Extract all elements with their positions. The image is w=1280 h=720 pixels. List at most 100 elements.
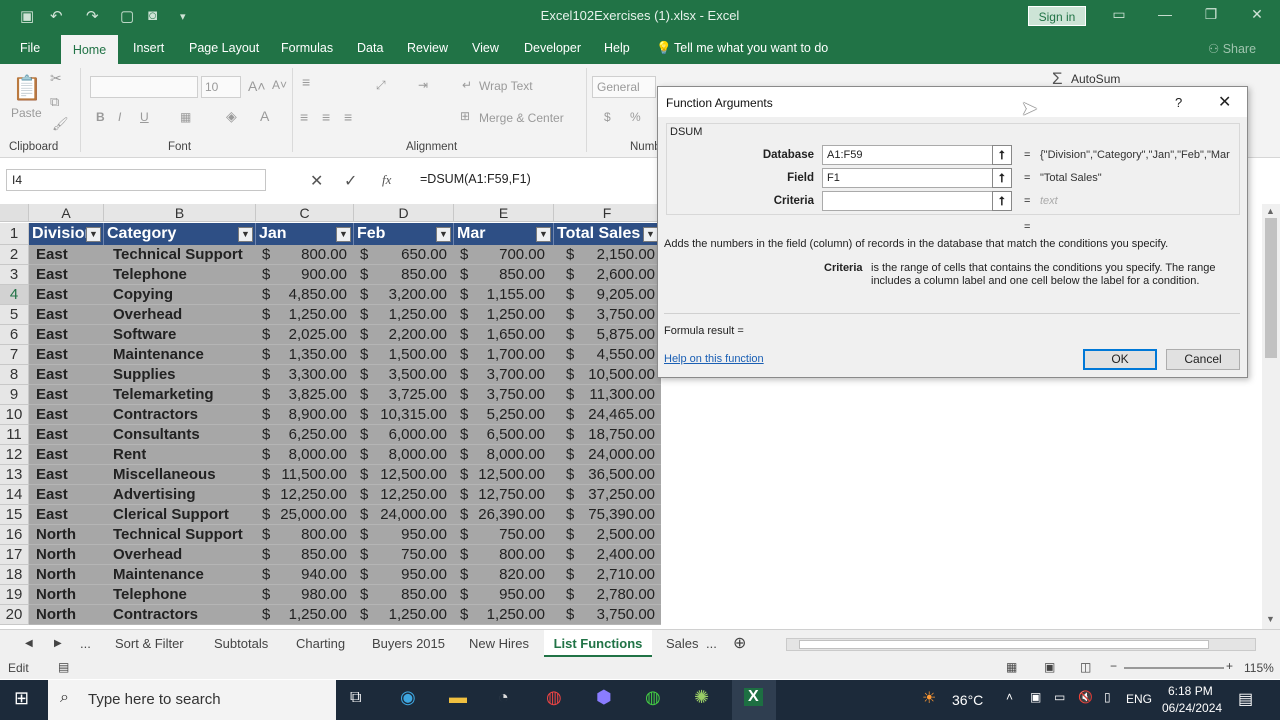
filter-dropdown-icon[interactable]: ▼ bbox=[86, 227, 101, 242]
cell-feb[interactable]: 1,250.00 bbox=[374, 605, 447, 625]
align-center-icon[interactable]: ≡ bbox=[322, 109, 330, 125]
header-cell-feb[interactable]: Feb ▼ bbox=[354, 223, 454, 245]
criteria-input[interactable] bbox=[822, 191, 994, 211]
row-header[interactable]: 16 bbox=[0, 525, 29, 545]
zoom-slider[interactable] bbox=[1124, 667, 1224, 669]
cell-mar[interactable]: 700.00 bbox=[474, 245, 545, 265]
table-row[interactable]: East Miscellaneous $11,500.00 $12,500.00 $12… bbox=[29, 465, 661, 485]
table-row[interactable]: North Contractors $1,250.00 $1,250.00 $1,250… bbox=[29, 605, 661, 625]
header-cell-division[interactable]: Division ▼ bbox=[29, 223, 104, 245]
fill-color-icon[interactable]: ◈ bbox=[226, 108, 237, 125]
tab-developer[interactable]: Developer bbox=[524, 41, 581, 55]
row-header[interactable]: 1 bbox=[0, 223, 29, 245]
row-header[interactable]: 9 bbox=[0, 385, 29, 405]
cell-jan[interactable]: 12,250.00 bbox=[276, 485, 347, 505]
sheet-tab-subtotals[interactable]: Subtotals bbox=[214, 636, 268, 651]
cell-feb[interactable]: 850.00 bbox=[374, 265, 447, 285]
number-format-box[interactable]: General bbox=[592, 76, 656, 98]
tab-help[interactable]: Help bbox=[604, 41, 630, 55]
cell-division[interactable]: North bbox=[36, 545, 76, 565]
close-window-button[interactable]: ✕ bbox=[1242, 6, 1272, 23]
normal-view-icon[interactable]: ▦ bbox=[1006, 660, 1017, 674]
table-row[interactable]: East Maintenance $1,350.00 $1,500.00 $1,700.… bbox=[29, 345, 661, 365]
copy-icon[interactable]: ⧉ bbox=[50, 94, 59, 110]
cell-feb[interactable]: 3,725.00 bbox=[374, 385, 447, 405]
row-header[interactable]: 11 bbox=[0, 425, 29, 445]
table-row[interactable]: East Contractors $8,900.00 $10,315.00 $5,250… bbox=[29, 405, 661, 425]
row-header[interactable]: 2 bbox=[0, 245, 29, 265]
cell-feb[interactable]: 3,500.00 bbox=[374, 365, 447, 385]
database-input[interactable]: A1:F59 bbox=[822, 145, 994, 165]
row-header[interactable]: 5 bbox=[0, 305, 29, 325]
cell-tot[interactable]: 24,465.00 bbox=[580, 405, 655, 425]
next-sheet-icon[interactable]: ▶ bbox=[54, 638, 62, 649]
cell-feb[interactable]: 950.00 bbox=[374, 565, 447, 585]
horizontal-scrollbar[interactable] bbox=[786, 638, 1256, 651]
dialog-close-button[interactable]: ✕ bbox=[1218, 92, 1231, 112]
cell-category[interactable]: Overhead bbox=[113, 305, 182, 325]
tab-insert[interactable]: Insert bbox=[133, 41, 164, 55]
row-header[interactable]: 14 bbox=[0, 485, 29, 505]
cell-jan[interactable]: 1,250.00 bbox=[276, 605, 347, 625]
column-header-c[interactable]: C bbox=[256, 204, 354, 222]
paste-icon[interactable]: 📋 bbox=[12, 74, 42, 103]
cell-category[interactable]: Advertising bbox=[113, 485, 196, 505]
minimize-button[interactable]: — bbox=[1150, 6, 1180, 22]
cell-category[interactable]: Contractors bbox=[113, 405, 198, 425]
cell-category[interactable]: Overhead bbox=[113, 545, 182, 565]
cell-tot[interactable]: 2,150.00 bbox=[580, 245, 655, 265]
cell-feb[interactable]: 2,200.00 bbox=[374, 325, 447, 345]
cell-jan[interactable]: 940.00 bbox=[276, 565, 347, 585]
clock-date[interactable]: 06/24/2024 bbox=[1162, 701, 1222, 715]
cell-mar[interactable]: 3,700.00 bbox=[474, 365, 545, 385]
cell-tot[interactable]: 36,500.00 bbox=[580, 465, 655, 485]
cell-tot[interactable]: 5,875.00 bbox=[580, 325, 655, 345]
cell-mar[interactable]: 3,750.00 bbox=[474, 385, 545, 405]
cell-tot[interactable]: 37,250.00 bbox=[580, 485, 655, 505]
cell-category[interactable]: Telephone bbox=[113, 585, 187, 605]
cell-tot[interactable]: 18,750.00 bbox=[580, 425, 655, 445]
h-scroll-thumb[interactable] bbox=[799, 640, 1209, 649]
sheet-tab-buyers-2015[interactable]: Buyers 2015 bbox=[372, 636, 445, 651]
cell-division[interactable]: East bbox=[36, 405, 68, 425]
zoom-in-icon[interactable]: + bbox=[1226, 659, 1233, 673]
cell-jan[interactable]: 8,900.00 bbox=[276, 405, 347, 425]
cell-jan[interactable]: 980.00 bbox=[276, 585, 347, 605]
name-box[interactable]: I4 bbox=[6, 169, 266, 191]
cell-tot[interactable]: 4,550.00 bbox=[580, 345, 655, 365]
cell-division[interactable]: East bbox=[36, 245, 68, 265]
windows-start-icon[interactable]: ⊞ bbox=[14, 688, 29, 709]
sheet-tab-list-functions[interactable]: List Functions bbox=[544, 630, 652, 657]
header-cell-category[interactable]: Category ▼ bbox=[104, 223, 256, 245]
weather-icon[interactable]: ☀ bbox=[922, 688, 936, 708]
row-header[interactable]: 13 bbox=[0, 465, 29, 485]
sheet-tab-charting[interactable]: Charting bbox=[296, 636, 345, 651]
column-header-b[interactable]: B bbox=[104, 204, 256, 222]
cell-tot[interactable]: 24,000.00 bbox=[580, 445, 655, 465]
header-cell-total-sales[interactable]: Total Sales ▼ bbox=[554, 223, 661, 245]
row-header[interactable]: 17 bbox=[0, 545, 29, 565]
cell-category[interactable]: Rent bbox=[113, 445, 146, 465]
cell-mar[interactable]: 820.00 bbox=[474, 565, 545, 585]
cell-division[interactable]: East bbox=[36, 505, 68, 525]
cell-category[interactable]: Clerical Support bbox=[113, 505, 229, 525]
table-row[interactable]: North Overhead $850.00 $750.00 $800.00 $2,400… bbox=[29, 545, 661, 565]
cell-category[interactable]: Software bbox=[113, 325, 176, 345]
font-size-box[interactable]: 10 bbox=[201, 76, 241, 98]
cell-jan[interactable]: 850.00 bbox=[276, 545, 347, 565]
cell-jan[interactable]: 1,350.00 bbox=[276, 345, 347, 365]
collapse-dialog-icon[interactable]: ⭡ bbox=[992, 145, 1012, 165]
cell-category[interactable]: Maintenance bbox=[113, 345, 204, 365]
cell-tot[interactable]: 75,390.00 bbox=[580, 505, 655, 525]
cell-tot[interactable]: 11,300.00 bbox=[580, 385, 655, 405]
sheet-tab-sort-filter[interactable]: Sort & Filter bbox=[115, 636, 184, 651]
cell-mar[interactable]: 800.00 bbox=[474, 545, 545, 565]
scroll-down-icon[interactable]: ▼ bbox=[1266, 614, 1275, 624]
shrink-font-icon[interactable]: A˅ bbox=[272, 78, 287, 92]
tray-app-icon[interactable]: ▣ bbox=[1030, 690, 1041, 704]
cell-division[interactable]: North bbox=[36, 525, 76, 545]
tab-data[interactable]: Data bbox=[357, 41, 383, 55]
column-header-d[interactable]: D bbox=[354, 204, 454, 222]
cell-feb[interactable]: 650.00 bbox=[374, 245, 447, 265]
select-all-corner[interactable] bbox=[0, 204, 29, 222]
